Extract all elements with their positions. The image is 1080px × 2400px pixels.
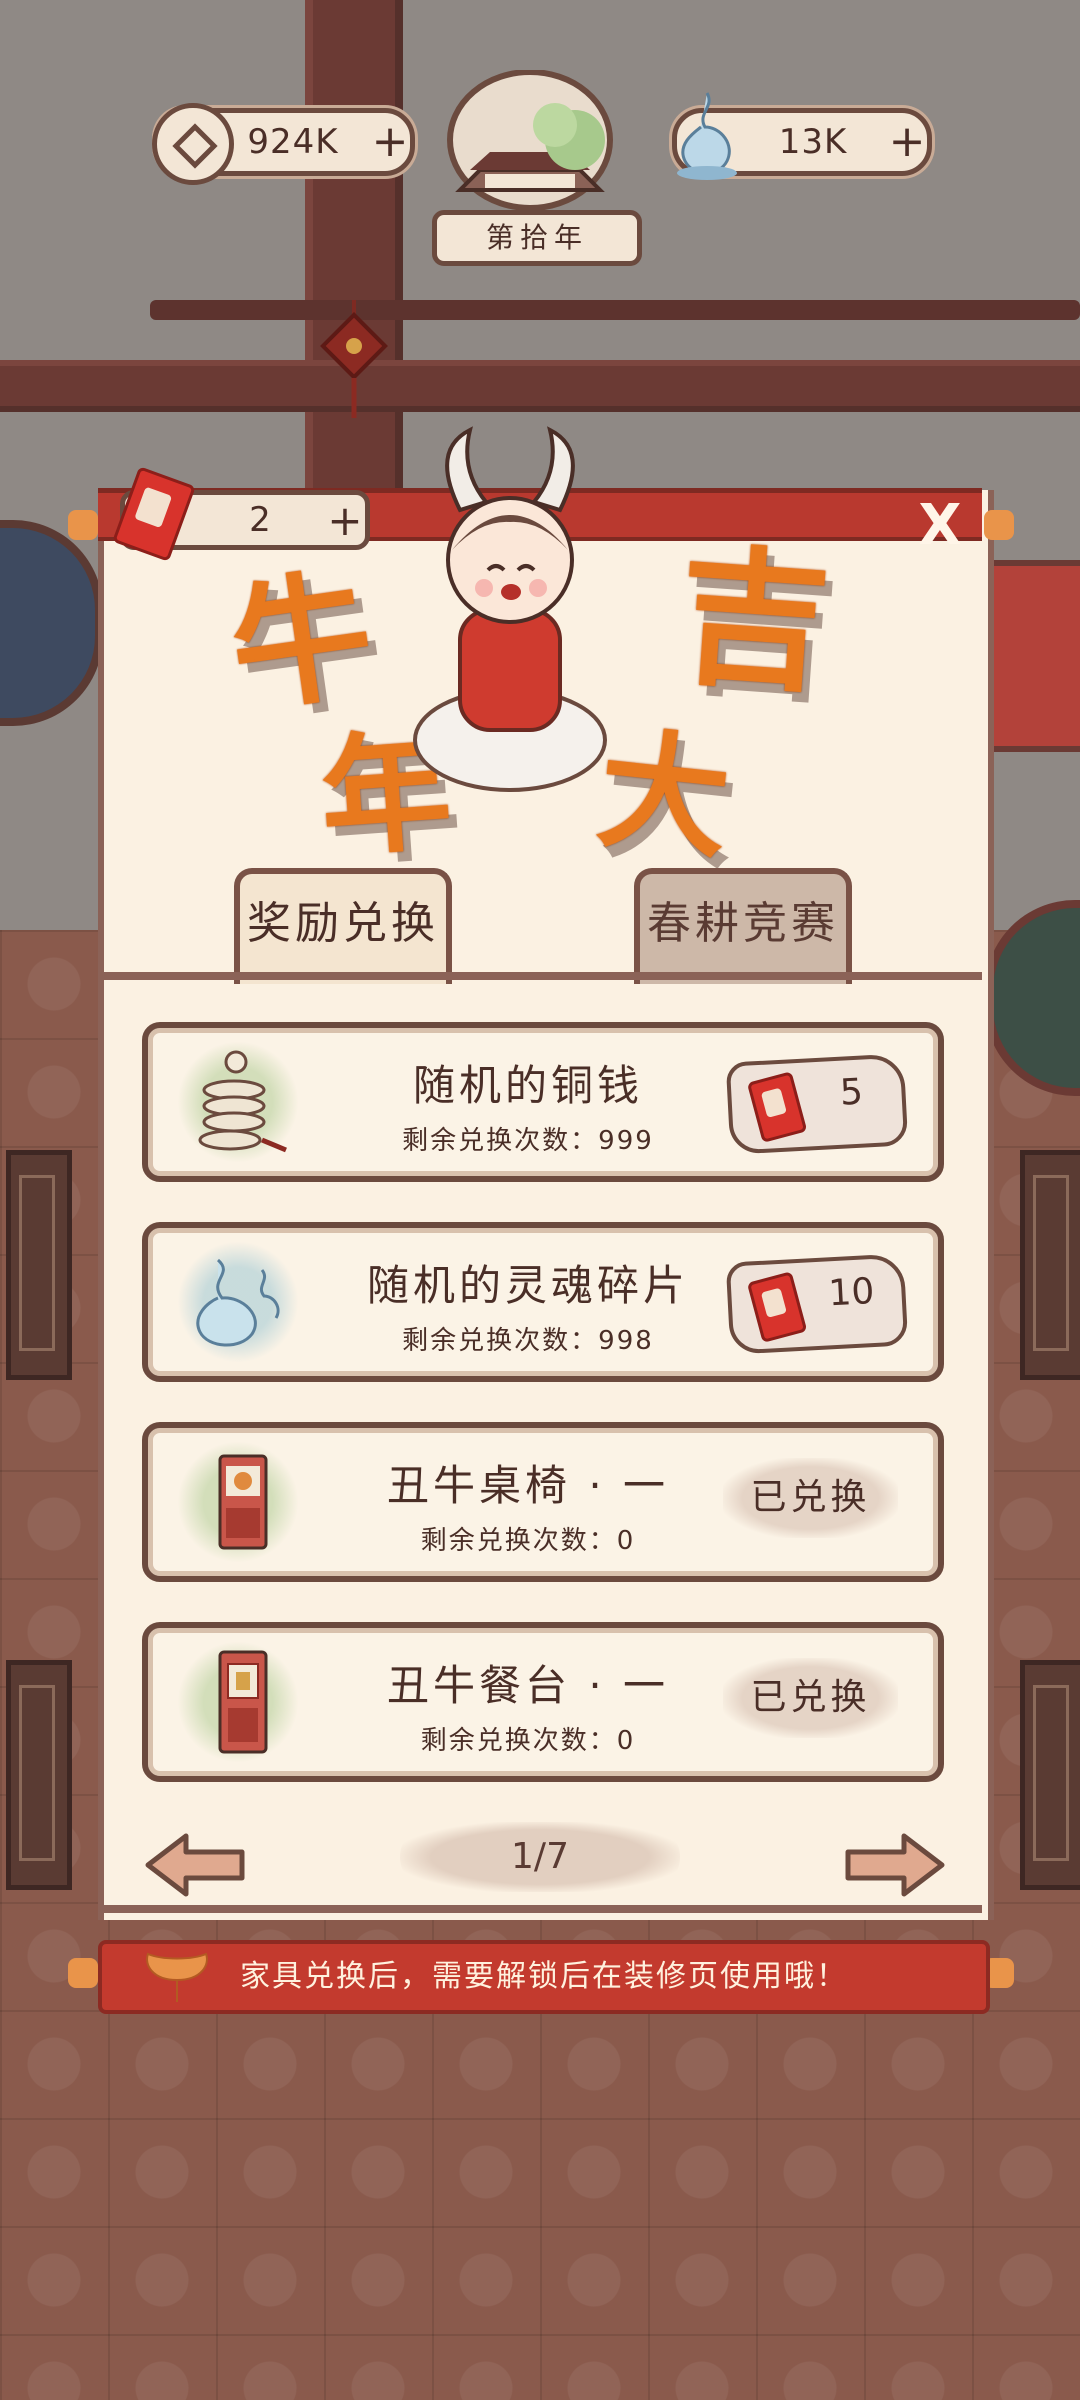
tab-spring-contest[interactable]: 春耕竞赛 <box>634 868 852 984</box>
pager-divider <box>98 1905 982 1913</box>
thumb-bg <box>178 1040 298 1164</box>
page-indicator: 1/7 <box>400 1822 680 1892</box>
close-button[interactable]: X <box>910 496 970 556</box>
item-title: 随机的铜钱 <box>412 1061 643 1110</box>
tab-reward-exchange[interactable]: 奖励兑换 <box>234 868 452 984</box>
ox-girl-mascot-icon <box>413 426 607 792</box>
exchange-item: 丑牛桌椅 · 一 剩余兑换次数：0 已兑换 <box>142 1422 944 1582</box>
coin-counter: 924K + <box>152 103 415 185</box>
add-coins-button[interactable]: + <box>370 120 410 164</box>
prev-page-arrow-icon[interactable] <box>140 1830 250 1900</box>
wardrobe <box>1020 1660 1080 1890</box>
decor-shelf <box>985 560 1080 752</box>
copper-coin-icon <box>152 103 234 185</box>
item-remaining-count: 剩余兑换次数：0 <box>420 1526 636 1556</box>
thumb-bg <box>178 1240 298 1364</box>
exchange-item: 随机的铜钱 剩余兑换次数：999 5 <box>142 1022 944 1182</box>
item-remaining-count: 剩余兑换次数：999 <box>402 1126 654 1156</box>
notice-bar: 家具兑换后，需要解锁后在装修页使用哦！ <box>98 1940 990 2014</box>
tab-divider <box>98 972 982 980</box>
exchange-item: 丑牛餐台 · 一 剩余兑换次数：0 已兑换 <box>142 1622 944 1782</box>
next-page-arrow-icon[interactable] <box>840 1830 950 1900</box>
coin-string-icon <box>198 1050 287 1153</box>
scroll-end <box>984 510 1014 540</box>
wooden-rail <box>150 300 1080 320</box>
scroll-end <box>68 1958 98 1988</box>
exchange-item: 随机的灵魂碎片 剩余兑换次数：998 10 <box>142 1222 944 1382</box>
soul-flame-icon <box>677 92 737 180</box>
exchanged-status: 已兑换 <box>723 1458 898 1538</box>
item-remaining-count: 剩余兑换次数：0 <box>420 1726 636 1756</box>
item-remaining-count: 剩余兑换次数：998 <box>402 1326 654 1356</box>
exchange-cost-button[interactable]: 10 <box>725 1253 909 1355</box>
wardrobe <box>1020 1150 1080 1380</box>
event-banner: 牛 年 大 吉 <box>200 400 880 880</box>
year-emblem-icon <box>447 70 613 211</box>
exchanged-status: 已兑换 <box>723 1658 898 1738</box>
thumb-bg <box>178 1640 298 1764</box>
item-title: 丑牛桌椅 · 一 <box>386 1461 670 1510</box>
year-label: 第拾年 <box>432 210 642 266</box>
red-envelope-icon <box>746 1271 808 1343</box>
notice-text: 家具兑换后，需要解锁后在装修页使用哦！ <box>240 1959 848 1994</box>
item-title: 丑牛餐台 · 一 <box>386 1661 670 1710</box>
soul-fragment-icon <box>196 1258 280 1347</box>
item-title: 随机的灵魂碎片 <box>366 1261 689 1310</box>
wardrobe <box>6 1660 72 1890</box>
thumb-bg <box>178 1440 298 1564</box>
soul-amount: 13K <box>778 122 848 162</box>
wardrobe <box>6 1150 72 1380</box>
table-chair-icon <box>218 1454 268 1550</box>
coin-amount: 924K <box>247 122 339 162</box>
banner-char: 吉 <box>673 527 836 714</box>
exchange-cost-button[interactable]: 5 <box>725 1053 909 1155</box>
cost-amount: 5 <box>838 1071 864 1114</box>
add-souls-button[interactable]: + <box>887 120 927 164</box>
soul-counter: 13K + <box>672 92 932 180</box>
dining-table-icon <box>218 1650 268 1754</box>
scroll-end <box>68 510 98 540</box>
red-envelope-icon <box>746 1071 808 1143</box>
cost-amount: 10 <box>827 1271 876 1315</box>
